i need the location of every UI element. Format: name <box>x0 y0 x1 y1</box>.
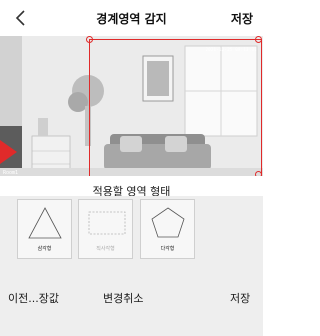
triangle-icon <box>28 207 62 239</box>
page-title: 경계영역 감지 <box>96 11 167 26</box>
undo-changes-button[interactable]: 변경취소 <box>103 290 143 306</box>
shape-label: 삼각형 <box>37 246 52 252</box>
action-bar: 이전...장값 변경취소 저장 <box>0 290 263 312</box>
save-button[interactable]: 저장 <box>231 0 253 36</box>
shape-pentagon-button[interactable]: 다각형 <box>140 199 195 259</box>
zone-handle-top-right[interactable] <box>255 36 262 43</box>
pointer-arrow-icon <box>0 140 17 164</box>
shape-triangle-button[interactable]: 삼각형 <box>17 199 72 259</box>
shape-panel: 삼각형 직사각형 다각형 이전...장값 변경취소 저장 <box>0 196 263 336</box>
rectangle-icon <box>88 211 126 235</box>
shape-label: 다각형 <box>160 246 175 252</box>
zone-handle-top-left[interactable] <box>86 36 93 43</box>
shape-label: 직사각형 <box>96 246 115 252</box>
detection-zone[interactable] <box>89 39 262 176</box>
save-bottom-button[interactable]: 저장 <box>230 290 250 306</box>
shape-rectangle-button[interactable]: 직사각형 <box>78 199 133 259</box>
header-bar: 경계영역 감지 저장 <box>0 0 263 36</box>
camera-preview[interactable]: 2021-12-25 08:13:31 Room1 <box>0 36 263 176</box>
pentagon-icon <box>151 207 185 238</box>
previous-button[interactable]: 이전...장값 <box>8 290 59 306</box>
